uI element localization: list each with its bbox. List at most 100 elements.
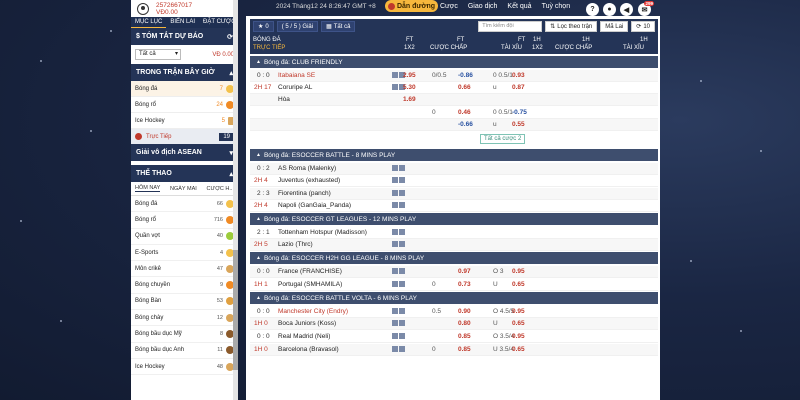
- odds-1x2[interactable]: 1.69: [403, 96, 416, 103]
- stats-icon[interactable]: [392, 165, 398, 171]
- live-tv-icon[interactable]: [399, 165, 405, 171]
- left-scrollbar[interactable]: [233, 0, 238, 400]
- live-tv-icon[interactable]: [399, 308, 405, 314]
- live-tv-icon[interactable]: [399, 333, 405, 339]
- tab-menu[interactable]: MỤC LỤC: [131, 17, 167, 28]
- sound-icon[interactable]: ◀: [620, 3, 633, 16]
- team-name[interactable]: Tottenham Hotspur (Madisson): [278, 229, 367, 236]
- handicap-odds[interactable]: 0.97: [458, 268, 471, 275]
- over-under-odds[interactable]: 0.95: [512, 308, 525, 315]
- over-under-odds[interactable]: 0.55: [512, 121, 525, 128]
- nav-bets[interactable]: Cược: [440, 3, 458, 10]
- live-item-football[interactable]: Bóng đá 7: [131, 81, 238, 97]
- user-avatar-icon[interactable]: [137, 2, 149, 15]
- over-under-odds[interactable]: 0.87: [512, 84, 525, 91]
- nav-transactions[interactable]: Giao dịch: [468, 3, 498, 10]
- handicap-odds[interactable]: 0.80: [458, 320, 471, 327]
- tab-today[interactable]: HÔM NAY: [135, 185, 161, 192]
- live-tv-icon[interactable]: [399, 177, 405, 183]
- handicap-odds[interactable]: 0.46: [458, 109, 471, 116]
- record-icon[interactable]: ●: [603, 3, 616, 16]
- team-name[interactable]: Portugal (SMHAMILA): [278, 281, 342, 288]
- handicap-odds[interactable]: -0.66: [458, 121, 473, 128]
- team-name[interactable]: Itabaiana SE: [278, 72, 315, 79]
- live-tv-icon[interactable]: [399, 202, 405, 208]
- league-header[interactable]: ▲ Bóng đá: ESOCCER H2H GG LEAGUE - 8 MINS…: [250, 252, 658, 264]
- all-leagues-button[interactable]: ▦ Tất cả: [321, 21, 356, 32]
- filter-by-match-button[interactable]: ⇅ Lọc theo trận: [545, 21, 598, 32]
- over-under-odds[interactable]: 0.95: [512, 268, 525, 275]
- sport-item[interactable]: Ice Hockey 48: [131, 358, 238, 376]
- help-icon[interactable]: ?: [586, 3, 599, 16]
- over-under-odds[interactable]: 0.93: [512, 72, 525, 79]
- team-name[interactable]: Fiorentina (panch): [278, 190, 331, 197]
- team-name[interactable]: Lazio (Thrc): [278, 241, 313, 248]
- nav-results[interactable]: Kết quả: [507, 3, 531, 10]
- summary-filter-select[interactable]: Tất cả: [135, 49, 181, 60]
- stats-icon[interactable]: [392, 177, 398, 183]
- sport-item[interactable]: Bóng Bàn 53: [131, 293, 238, 311]
- odds-type-select[interactable]: Mã Lai: [600, 21, 629, 32]
- guide-button[interactable]: Dẫn đường: [385, 0, 438, 12]
- live-now-row[interactable]: Trực Tiếp 19: [131, 129, 238, 144]
- handicap-odds[interactable]: 0.73: [458, 281, 471, 288]
- tab-receipt[interactable]: BIẾN LAI: [166, 17, 199, 28]
- odds-1x2[interactable]: 5.30: [403, 84, 416, 91]
- handicap-odds[interactable]: 0.85: [458, 333, 471, 340]
- sport-item[interactable]: Bóng chuyền 9: [131, 277, 238, 294]
- over-under-odds[interactable]: 0.95: [512, 333, 525, 340]
- team-name[interactable]: AS Roma (Malenky): [278, 165, 336, 172]
- team-name[interactable]: Napoli (GanGaia_Panda): [278, 202, 351, 209]
- sport-item[interactable]: Quần vợt 40: [131, 228, 238, 245]
- stats-icon[interactable]: [392, 202, 398, 208]
- live-item-hockey[interactable]: Ice Hockey 5: [131, 113, 238, 129]
- sport-item[interactable]: Môn crikê 47: [131, 261, 238, 278]
- stats-icon[interactable]: [392, 333, 398, 339]
- league-header[interactable]: ▲ Bóng đá: ESOCCER GT LEAGUES - 12 MINS P…: [250, 213, 658, 225]
- stats-icon[interactable]: [392, 72, 398, 78]
- sport-item[interactable]: Bóng bầu dục Mỹ 8: [131, 326, 238, 343]
- handicap-odds[interactable]: 0.66: [458, 84, 471, 91]
- over-under-odds[interactable]: 0.65: [512, 346, 525, 353]
- live-tv-icon[interactable]: [399, 281, 405, 287]
- favorites-button[interactable]: ★ 0: [253, 21, 274, 32]
- nav-options[interactable]: Tuỳ chọn: [542, 3, 571, 10]
- handicap-odds[interactable]: 0.85: [458, 346, 471, 353]
- league-header[interactable]: ▲ Bóng đá: ESOCCER BATTLE - 8 MINS PLAY: [250, 149, 658, 161]
- sport-item[interactable]: Bóng bầu dục Anh 11: [131, 342, 238, 359]
- live-item-basketball[interactable]: Bóng rổ 24: [131, 97, 238, 113]
- league-header[interactable]: ▲ Bóng đá: ESOCCER BATTLE VOLTA - 6 MINS …: [250, 292, 658, 304]
- odds-1x2[interactable]: 2.95: [403, 72, 416, 79]
- stats-icon[interactable]: [392, 190, 398, 196]
- handicap-odds[interactable]: 0.90: [458, 308, 471, 315]
- stats-icon[interactable]: [392, 268, 398, 274]
- refresh-button[interactable]: ⟳ 10: [631, 21, 655, 32]
- team-name[interactable]: France (FRANCHISE): [278, 268, 342, 275]
- stats-icon[interactable]: [392, 346, 398, 352]
- team-name[interactable]: Coruripe AL: [278, 84, 312, 91]
- stats-icon[interactable]: [392, 229, 398, 235]
- sport-item[interactable]: Bóng rổ 716: [131, 212, 238, 229]
- sport-item[interactable]: E-Sports 4: [131, 244, 238, 262]
- live-tv-icon[interactable]: [399, 229, 405, 235]
- over-under-odds[interactable]: -0.75: [512, 109, 527, 116]
- sport-item[interactable]: Bóng chày 12: [131, 310, 238, 327]
- stats-icon[interactable]: [392, 241, 398, 247]
- team-search-input[interactable]: Tìm kiếm đội: [478, 21, 543, 32]
- live-tv-icon[interactable]: [399, 320, 405, 326]
- team-name[interactable]: Real Madrid (Neli): [278, 333, 330, 340]
- sport-item[interactable]: Bóng đá 66: [131, 196, 238, 213]
- stats-icon[interactable]: [392, 281, 398, 287]
- over-under-odds[interactable]: 0.65: [512, 320, 525, 327]
- league-header[interactable]: ▲ Bóng đá: CLUB FRIENDLY: [250, 56, 658, 68]
- match-count[interactable]: ( 5 / 5 ) Giải: [276, 21, 319, 32]
- stats-icon[interactable]: [392, 320, 398, 326]
- stats-icon[interactable]: [392, 84, 398, 90]
- team-name[interactable]: Manchester City (Endry): [278, 308, 348, 315]
- asean-header[interactable]: Giải vô địch ASEAN ▾: [131, 144, 238, 161]
- tab-outright[interactable]: CƯỢC H...: [207, 186, 234, 192]
- team-name[interactable]: Barcelona (Bravasol): [278, 346, 339, 353]
- handicap-odds[interactable]: -0.86: [458, 72, 473, 79]
- live-tv-icon[interactable]: [399, 190, 405, 196]
- over-under-odds[interactable]: 0.65: [512, 281, 525, 288]
